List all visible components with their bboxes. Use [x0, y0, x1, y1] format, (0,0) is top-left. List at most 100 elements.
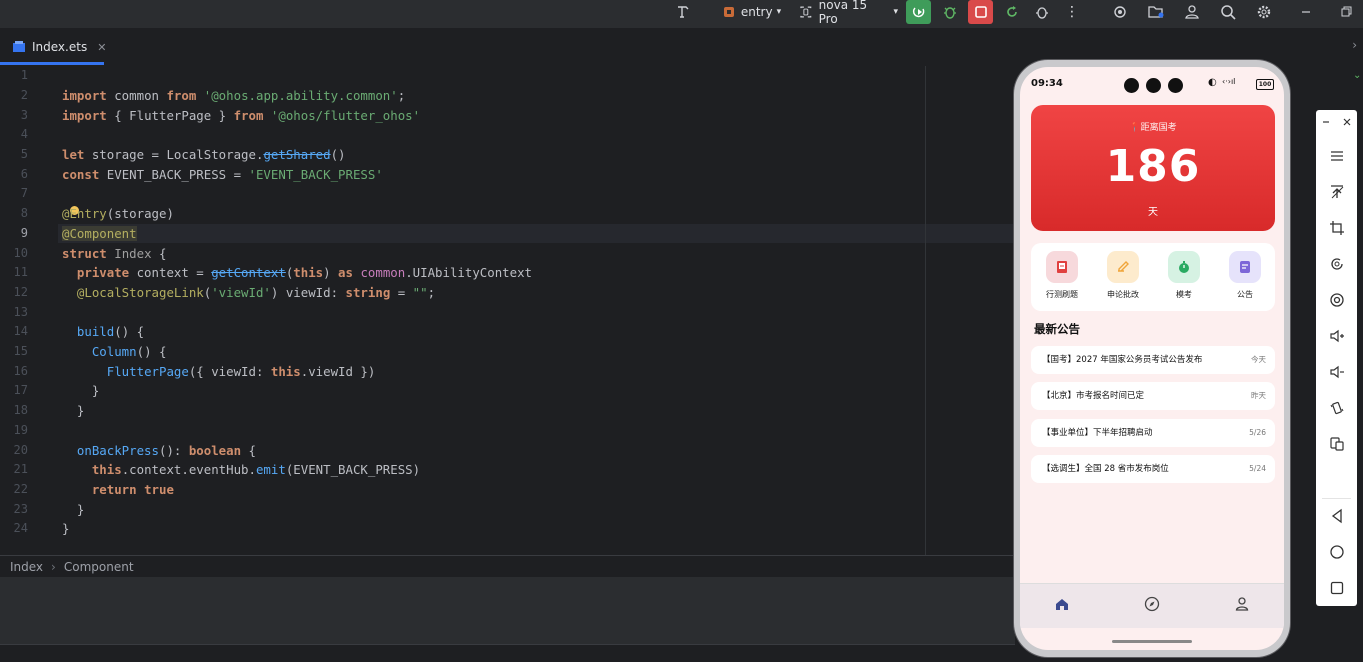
stop-button[interactable] [968, 0, 993, 24]
module-selector[interactable]: entry ▾ [718, 0, 784, 24]
multi-screen-icon[interactable] [1316, 432, 1357, 456]
camera-cutout [1168, 78, 1183, 93]
home-icon[interactable] [1316, 540, 1357, 564]
news-item[interactable]: 【国考】2027 年国家公务员考试公告发布 今天 [1031, 346, 1275, 374]
countdown-unit: 天 [1148, 207, 1158, 218]
close-icon[interactable] [1337, 110, 1357, 134]
run-button[interactable] [906, 0, 931, 24]
line-number: 3 [20, 108, 28, 122]
tab-index-ets[interactable]: Index.ets ✕ [6, 28, 112, 66]
quick-action-label: 模考 [1176, 290, 1192, 299]
signal-icon: ‹·›ıl [1222, 77, 1236, 86]
device-selector[interactable]: nova 15 Pro ▾ [798, 0, 898, 26]
rotate-icon[interactable] [1316, 252, 1357, 276]
line-number: 15 [13, 344, 28, 358]
battery-icon: 100 [1256, 79, 1274, 90]
phone-frame: 09:34 ◐ ‹·›ıl 100 📍距离国考 186 天 行测刷题 申论批改 … [1014, 60, 1290, 657]
emulator-toolbar [1316, 110, 1357, 606]
line-number: 2 [20, 88, 28, 102]
status-time: 09:34 [1031, 78, 1063, 89]
camera-cutout [1146, 78, 1161, 93]
restore-icon[interactable] [1336, 0, 1356, 24]
compass-icon [1144, 596, 1160, 612]
account-icon[interactable] [1180, 0, 1204, 24]
code-line: FlutterPage({ viewId: this.viewId }) [106, 364, 376, 379]
home-indicator[interactable] [1112, 640, 1192, 643]
screenshot-icon[interactable] [1316, 288, 1357, 312]
quick-actions: 行测刷题 申论批改 模考 公告 [1031, 243, 1275, 311]
ets-file-icon [13, 41, 25, 52]
minimize-icon[interactable] [1316, 110, 1336, 134]
recents-icon[interactable] [1316, 576, 1357, 600]
apply-changes-icon [1007, 6, 1017, 17]
more-icon[interactable]: ⋮ [1062, 0, 1082, 24]
moon-icon: ◐ [1208, 77, 1217, 88]
breadcrumb-item[interactable]: Index [10, 560, 43, 574]
status-bar: 09:34 ◐ ‹·›ıl 100 [1020, 67, 1284, 101]
chevron-right-icon[interactable]: › [1352, 38, 1357, 52]
quick-action-practice[interactable]: 行测刷题 [1037, 251, 1087, 300]
quick-action-mock-exam[interactable]: 模考 [1159, 251, 1209, 300]
profiler-button[interactable] [1030, 0, 1054, 24]
line-number: 18 [13, 403, 28, 417]
quick-action-notice[interactable]: 公告 [1220, 251, 1270, 300]
countdown-days: 186 [1105, 141, 1201, 192]
apply-changes-button[interactable] [1000, 0, 1024, 24]
code-line: let storage = LocalStorage.getShared() [62, 147, 346, 162]
code-line: import common from '@ohos.app.ability.co… [62, 88, 406, 103]
nav-profile[interactable] [1234, 596, 1250, 616]
code-line: @Component [62, 226, 137, 241]
practice-icon [1046, 251, 1078, 283]
code-editor[interactable]: 1 2 3 4 5 6 7 8 9 10 11 12 13 14 15 16 17 18 19 20 21 22 23 24 … [0, 66, 1015, 555]
nav-home[interactable] [1054, 596, 1070, 616]
line-number: 10 [13, 246, 28, 260]
top-toolbar: entry ▾ nova 15 Pro ▾ ⋮ [0, 0, 1363, 28]
shake-icon[interactable] [1316, 396, 1357, 420]
volume-down-icon[interactable] [1316, 360, 1357, 384]
line-number: 7 [20, 186, 28, 200]
countdown-card[interactable]: 📍距离国考 186 天 [1031, 105, 1275, 231]
line-number: 14 [13, 324, 28, 338]
tab-label: Index.ets [32, 40, 88, 54]
code-line: @Entry(storage) [62, 206, 174, 221]
folder-search-icon[interactable] [1144, 0, 1168, 24]
news-date: 昨天 [1251, 391, 1266, 400]
nav-discover[interactable] [1144, 596, 1160, 616]
settings-icon[interactable] [1252, 0, 1276, 24]
module-icon [723, 7, 734, 17]
close-icon[interactable]: ✕ [97, 41, 106, 54]
target-icon[interactable] [1108, 0, 1132, 24]
line-number: 17 [13, 383, 28, 397]
line-number: 12 [13, 285, 28, 299]
profiler-icon [1036, 7, 1048, 19]
phone-screen[interactable]: 09:34 ◐ ‹·›ıl 100 📍距离国考 186 天 行测刷题 申论批改 … [1020, 67, 1284, 650]
minimize-icon[interactable] [1296, 0, 1316, 24]
section-title: 最新公告 [1034, 322, 1080, 336]
line-number: 4 [20, 127, 28, 141]
stop-icon [974, 6, 987, 18]
divider [1322, 498, 1351, 499]
hammer-icon[interactable] [672, 0, 694, 24]
code-line: import { FlutterPage } from '@ohos/flutt… [62, 108, 421, 123]
chevron-down-icon[interactable]: ⌄ [1353, 70, 1361, 81]
pin-icon[interactable] [1316, 180, 1357, 204]
breadcrumb-item[interactable]: Component [64, 560, 134, 574]
news-item[interactable]: 【选调生】全国 28 省市发布岗位 5/24 [1031, 455, 1275, 483]
news-item[interactable]: 【事业单位】下半年招聘启动 5/26 [1031, 419, 1275, 447]
line-number: 5 [20, 147, 28, 161]
back-icon[interactable] [1316, 504, 1357, 528]
search-icon[interactable] [1216, 0, 1240, 24]
volume-up-icon[interactable] [1316, 324, 1357, 348]
code-line: this.context.eventHub.emit(EVENT_BACK_PR… [91, 462, 421, 477]
news-title: 【事业单位】下半年招聘启动 [1042, 428, 1153, 438]
timer-icon [1168, 251, 1200, 283]
pin-icon: 📍 [1129, 123, 1141, 133]
news-title: 【北京】市考报名时间已定 [1042, 391, 1145, 401]
debug-button[interactable] [938, 0, 962, 24]
quick-action-label: 公告 [1237, 290, 1253, 299]
news-item[interactable]: 【北京】市考报名时间已定 昨天 [1031, 382, 1275, 410]
quick-action-essay[interactable]: 申论批改 [1098, 251, 1148, 300]
device-icon [800, 6, 812, 18]
menu-icon[interactable] [1316, 144, 1357, 168]
crop-icon[interactable] [1316, 216, 1357, 240]
